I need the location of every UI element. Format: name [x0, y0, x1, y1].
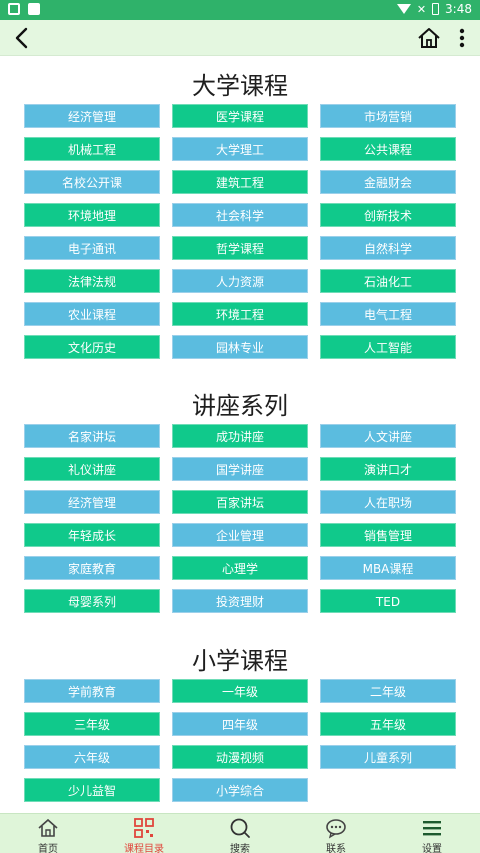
course-category-button[interactable]: 医学课程	[172, 104, 308, 128]
course-category-button[interactable]: 人力资源	[172, 269, 308, 293]
tab-contact[interactable]: 联系	[288, 814, 384, 853]
course-category-button[interactable]: 百家讲坛	[172, 490, 308, 514]
course-category-button[interactable]: 电子通讯	[24, 236, 160, 260]
course-category-button[interactable]: 年轻成长	[24, 523, 160, 547]
tab-label: 联系	[326, 844, 346, 853]
status-time: 3:48	[445, 2, 472, 16]
course-category-button[interactable]: 建筑工程	[172, 170, 308, 194]
course-category-button[interactable]: 母婴系列	[24, 589, 160, 613]
course-category-button[interactable]: 三年级	[24, 712, 160, 736]
course-category-button[interactable]: 电气工程	[320, 302, 456, 326]
course-category-button[interactable]: 家庭教育	[24, 556, 160, 580]
course-category-button[interactable]: 礼仪讲座	[24, 457, 160, 481]
course-category-button[interactable]: 销售管理	[320, 523, 456, 547]
course-category-button[interactable]: 动漫视频	[172, 745, 308, 769]
course-category-button[interactable]: 名校公开课	[24, 170, 160, 194]
course-category-button[interactable]: 投资理财	[172, 589, 308, 613]
tab-label: 设置	[422, 844, 442, 853]
course-category-button[interactable]: 经济管理	[24, 490, 160, 514]
course-category-button[interactable]: 儿童系列	[320, 745, 456, 769]
course-category-button[interactable]: 创新技术	[320, 203, 456, 227]
course-category-button[interactable]: 学前教育	[24, 679, 160, 703]
section-title: 讲座系列	[192, 392, 288, 420]
course-category-button[interactable]: 成功讲座	[172, 424, 308, 448]
tab-search[interactable]: 搜索	[192, 814, 288, 853]
battery-icon	[432, 3, 440, 15]
course-category-button[interactable]: 六年级	[24, 745, 160, 769]
app-notification-icon	[28, 3, 40, 15]
course-category-button[interactable]: 经济管理	[24, 104, 160, 128]
course-category-button[interactable]: 小学综合	[172, 778, 308, 802]
bottom-tab-bar: 首页 课程目录 搜索 联系 设置	[0, 813, 480, 853]
course-category-button[interactable]: 四年级	[172, 712, 308, 736]
back-arrow-icon[interactable]	[10, 25, 36, 51]
tab-label: 首页	[38, 844, 58, 853]
qr-grid-icon	[134, 818, 154, 838]
course-category-button[interactable]: 二年级	[320, 679, 456, 703]
course-category-button[interactable]: 金融财会	[320, 170, 456, 194]
section-title: 大学课程	[192, 72, 288, 100]
app-bar	[0, 20, 480, 56]
course-category-button[interactable]: 石油化工	[320, 269, 456, 293]
status-bar: ✕ 3:48	[0, 0, 480, 20]
chat-bubble-icon	[326, 819, 346, 839]
course-category-button[interactable]: 市场营销	[320, 104, 456, 128]
course-category-button[interactable]: 人工智能	[320, 335, 456, 359]
course-category-button[interactable]: 一年级	[172, 679, 308, 703]
home-icon	[38, 818, 58, 837]
home-icon[interactable]	[416, 25, 442, 51]
course-category-button[interactable]: 哲学课程	[172, 236, 308, 260]
course-category-button[interactable]: 公共课程	[320, 137, 456, 161]
tab-home[interactable]: 首页	[0, 814, 96, 853]
course-category-button[interactable]: 法律法规	[24, 269, 160, 293]
course-category-button[interactable]: TED	[320, 589, 456, 613]
course-category-button[interactable]: 五年级	[320, 712, 456, 736]
course-category-button[interactable]: 人文讲座	[320, 424, 456, 448]
search-icon	[230, 818, 250, 838]
menu-lines-icon	[423, 821, 441, 836]
more-vertical-icon[interactable]	[452, 25, 472, 51]
tab-label: 课程目录	[124, 844, 164, 853]
course-category-button[interactable]: 演讲口才	[320, 457, 456, 481]
course-catalog: 大学课程 经济管理 医学课程 市场营销 机械工程 大学理工 公共课程 名校公开课 建筑工程 金融财…	[0, 56, 480, 813]
no-signal-icon: ✕	[416, 2, 427, 16]
section-title: 小学课程	[192, 647, 288, 675]
course-category-button[interactable]: 环境工程	[172, 302, 308, 326]
wifi-icon	[396, 4, 411, 14]
course-category-button[interactable]: 名家讲坛	[24, 424, 160, 448]
course-category-button[interactable]: 环境地理	[24, 203, 160, 227]
course-category-button[interactable]: 社会科学	[172, 203, 308, 227]
course-category-button[interactable]: 人在职场	[320, 490, 456, 514]
course-category-button[interactable]: 国学讲座	[172, 457, 308, 481]
tab-course-catalog[interactable]: 课程目录	[96, 814, 192, 853]
course-category-button[interactable]: 心理学	[172, 556, 308, 580]
gallery-notification-icon	[8, 3, 20, 15]
tab-settings[interactable]: 设置	[384, 814, 480, 853]
tab-label: 搜索	[230, 844, 250, 853]
course-category-button[interactable]: 机械工程	[24, 137, 160, 161]
course-category-button[interactable]: 农业课程	[24, 302, 160, 326]
course-category-button[interactable]: 园林专业	[172, 335, 308, 359]
course-category-button[interactable]: 自然科学	[320, 236, 456, 260]
course-category-button[interactable]: MBA课程	[320, 556, 456, 580]
course-category-button[interactable]: 文化历史	[24, 335, 160, 359]
course-category-button[interactable]: 企业管理	[172, 523, 308, 547]
course-category-button[interactable]: 大学理工	[172, 137, 308, 161]
course-category-button[interactable]: 少儿益智	[24, 778, 160, 802]
